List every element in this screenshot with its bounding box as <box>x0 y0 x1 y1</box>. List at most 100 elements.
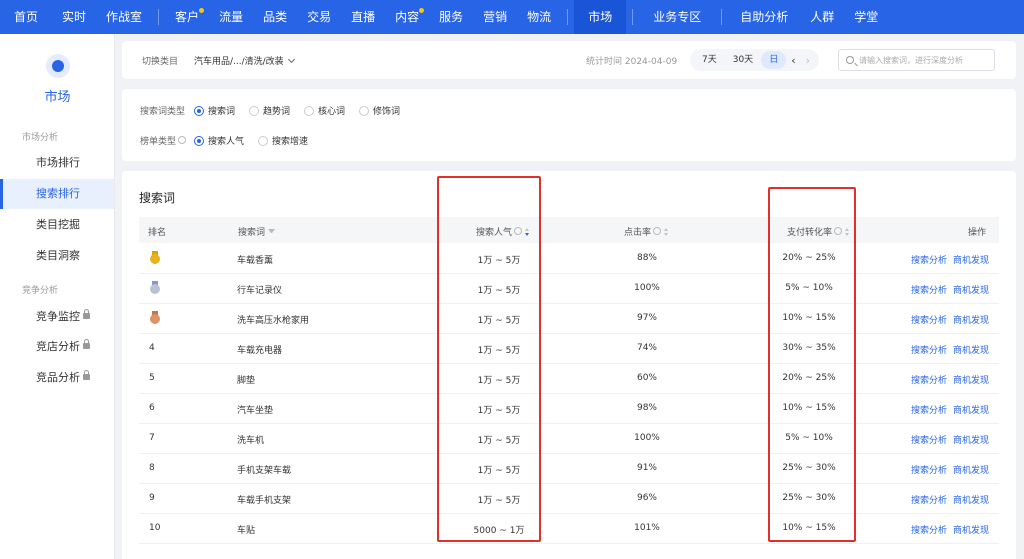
keyword-cell: 车载香薰 <box>237 256 274 266</box>
nav-item-label: 客户 <box>175 10 200 24</box>
nav-item-9[interactable]: 服务 <box>429 0 473 34</box>
ctr-cell: 60% <box>636 373 657 383</box>
sidebar: 市场 市场分析 市场排行 搜索排行 类目挖掘 类目洞察 竞争分析 竞争监控 竞店分析 竞品分析 <box>0 34 115 559</box>
nav-item-1[interactable]: 实时 <box>52 0 96 34</box>
nav-item-12[interactable]: 市场 <box>574 0 627 34</box>
radio-row2_options-0[interactable]: 搜索人气 <box>194 134 244 147</box>
table-row: 6 汽车坐垫 1万 ~ 5万 98% 10% ~ 15% 搜索分析 商机发现 <box>139 394 999 424</box>
notification-dot <box>199 8 205 13</box>
ctr-cell: 100% <box>634 283 660 293</box>
nav-item-0[interactable]: 首页 <box>0 0 52 34</box>
search-box[interactable] <box>838 49 995 71</box>
table-row: 5 脚垫 1万 ~ 5万 60% 20% ~ 25% 搜索分析 商机发现 <box>139 364 999 394</box>
nav-item-13[interactable]: 业务专区 <box>639 0 715 34</box>
nav-item-10[interactable]: 营销 <box>473 0 517 34</box>
nav-item-4[interactable]: 流量 <box>209 0 253 34</box>
search-input[interactable] <box>859 53 989 67</box>
search-analysis-link[interactable]: 搜索分析 <box>911 523 947 536</box>
search-analysis-link[interactable]: 搜索分析 <box>911 373 947 386</box>
chevron-down-icon <box>287 55 295 64</box>
opportunity-discovery-link[interactable]: 商机发现 <box>953 283 989 296</box>
col-keyword[interactable]: 搜索词 <box>238 225 276 238</box>
opportunity-discovery-link[interactable]: 商机发现 <box>953 253 989 266</box>
opportunity-discovery-link[interactable]: 商机发现 <box>953 493 989 506</box>
search-analysis-link[interactable]: 搜索分析 <box>911 493 947 506</box>
help-icon[interactable] <box>653 227 662 235</box>
category-switch-label: 切换类目 <box>142 57 179 67</box>
sidebar-item-label: 搜索排行 <box>36 187 80 200</box>
search-icon <box>846 56 854 64</box>
sidebar-item-0-2[interactable]: 类目挖掘 <box>0 210 114 240</box>
filter-icon[interactable] <box>268 229 276 235</box>
chevron-right-icon[interactable]: › <box>801 54 815 67</box>
nav-item-label: 内容 <box>395 10 420 24</box>
nav-item-6[interactable]: 交易 <box>297 0 341 34</box>
notification-dot <box>419 8 425 13</box>
search-analysis-link[interactable]: 搜索分析 <box>911 463 947 476</box>
search-analysis-link[interactable]: 搜索分析 <box>911 403 947 416</box>
nav-item-3[interactable]: 客户 <box>165 0 209 34</box>
sidebar-item-label: 竞店分析 <box>36 340 80 353</box>
opportunity-discovery-link[interactable]: 商机发现 <box>953 433 989 446</box>
rank-cell: 4 <box>149 343 155 353</box>
conversion-highlight-box <box>768 187 856 542</box>
radio-row2_options-1[interactable]: 搜索增速 <box>258 134 308 147</box>
col-action: 操作 <box>968 228 987 238</box>
search-analysis-link[interactable]: 搜索分析 <box>911 343 947 356</box>
nav-item-2[interactable]: 作战室 <box>96 0 152 34</box>
top-nav: 首页 实时 作战室 客户 流量 品类 交易 直播 内容 服务 营销 物流 市场 业务专区 自助分析 人群 学堂 <box>0 0 1024 34</box>
nav-item-15[interactable]: 人群 <box>800 0 844 34</box>
table-row: 9 车载手机支架 1万 ~ 5万 96% 25% ~ 30% 搜索分析 商机发现 <box>139 484 999 514</box>
range-option-1[interactable]: 30天 <box>725 51 761 69</box>
nav-item-label: 流量 <box>219 10 244 24</box>
opportunity-discovery-link[interactable]: 商机发现 <box>953 313 989 326</box>
nav-item-14[interactable]: 自助分析 <box>728 0 800 34</box>
nav-item-5[interactable]: 品类 <box>253 0 297 34</box>
nav-item-label: 学堂 <box>854 10 879 24</box>
chevron-left-icon[interactable]: ‹ <box>786 54 800 67</box>
opportunity-discovery-link[interactable]: 商机发现 <box>953 343 989 356</box>
category-selector[interactable]: 汽车用品/.../清洗/改装 <box>194 54 295 67</box>
nav-item-label: 市场 <box>588 10 613 24</box>
search-analysis-link[interactable]: 搜索分析 <box>911 283 947 296</box>
search-analysis-link[interactable]: 搜索分析 <box>911 313 947 326</box>
rank-cell: 8 <box>149 463 155 473</box>
help-icon[interactable] <box>178 136 187 144</box>
rank-cell: 5 <box>149 373 155 383</box>
sidebar-item-0-1[interactable]: 搜索排行 <box>0 179 114 209</box>
radio-dot <box>304 105 315 116</box>
range-option-2[interactable]: 日 <box>761 51 787 69</box>
sidebar-item-1-0[interactable]: 竞争监控 <box>0 302 114 332</box>
range-option-0[interactable]: 7天 <box>694 51 725 69</box>
col-ctr[interactable]: 点击率 <box>624 225 669 238</box>
sort-icon[interactable] <box>664 228 669 236</box>
radio-row1_options-2[interactable]: 核心词 <box>304 104 345 117</box>
table-header: 排名 搜索词 搜索人气 点击率 支付转化率 操作 <box>139 217 999 243</box>
search-analysis-link[interactable]: 搜索分析 <box>911 433 947 446</box>
opportunity-discovery-link[interactable]: 商机发现 <box>953 373 989 386</box>
opportunity-discovery-link[interactable]: 商机发现 <box>953 463 989 476</box>
opportunity-discovery-link[interactable]: 商机发现 <box>953 523 989 536</box>
sidebar-item-1-2[interactable]: 竞品分析 <box>0 363 114 393</box>
nav-separator <box>158 9 160 25</box>
sidebar-item-0-3[interactable]: 类目洞察 <box>0 241 114 271</box>
nav-item-7[interactable]: 直播 <box>341 0 385 34</box>
opportunity-discovery-link[interactable]: 商机发现 <box>953 403 989 416</box>
search-analysis-link[interactable]: 搜索分析 <box>911 253 947 266</box>
sidebar-item-0-0[interactable]: 市场排行 <box>0 148 114 178</box>
sidebar-item-1-1[interactable]: 竞店分析 <box>0 332 114 362</box>
nav-item-16[interactable]: 学堂 <box>844 0 888 34</box>
radio-row1_options-1[interactable]: 趋势词 <box>249 104 290 117</box>
ctr-cell: 88% <box>636 253 657 263</box>
sidebar-group-label: 市场分析 <box>22 133 59 143</box>
keyword-cell: 车贴 <box>237 526 256 536</box>
lock-icon <box>83 309 90 319</box>
radio-row1_options-0[interactable]: 搜索词 <box>194 104 235 117</box>
nav-item-11[interactable]: 物流 <box>517 0 561 34</box>
nav-item-label: 人群 <box>810 10 835 24</box>
nav-item-8[interactable]: 内容 <box>385 0 429 34</box>
lock-icon <box>83 339 90 349</box>
keyword-cell: 手机支架车载 <box>237 466 292 476</box>
radio-row1_options-3[interactable]: 修饰词 <box>359 104 400 117</box>
ctr-cell: 101% <box>634 523 660 533</box>
